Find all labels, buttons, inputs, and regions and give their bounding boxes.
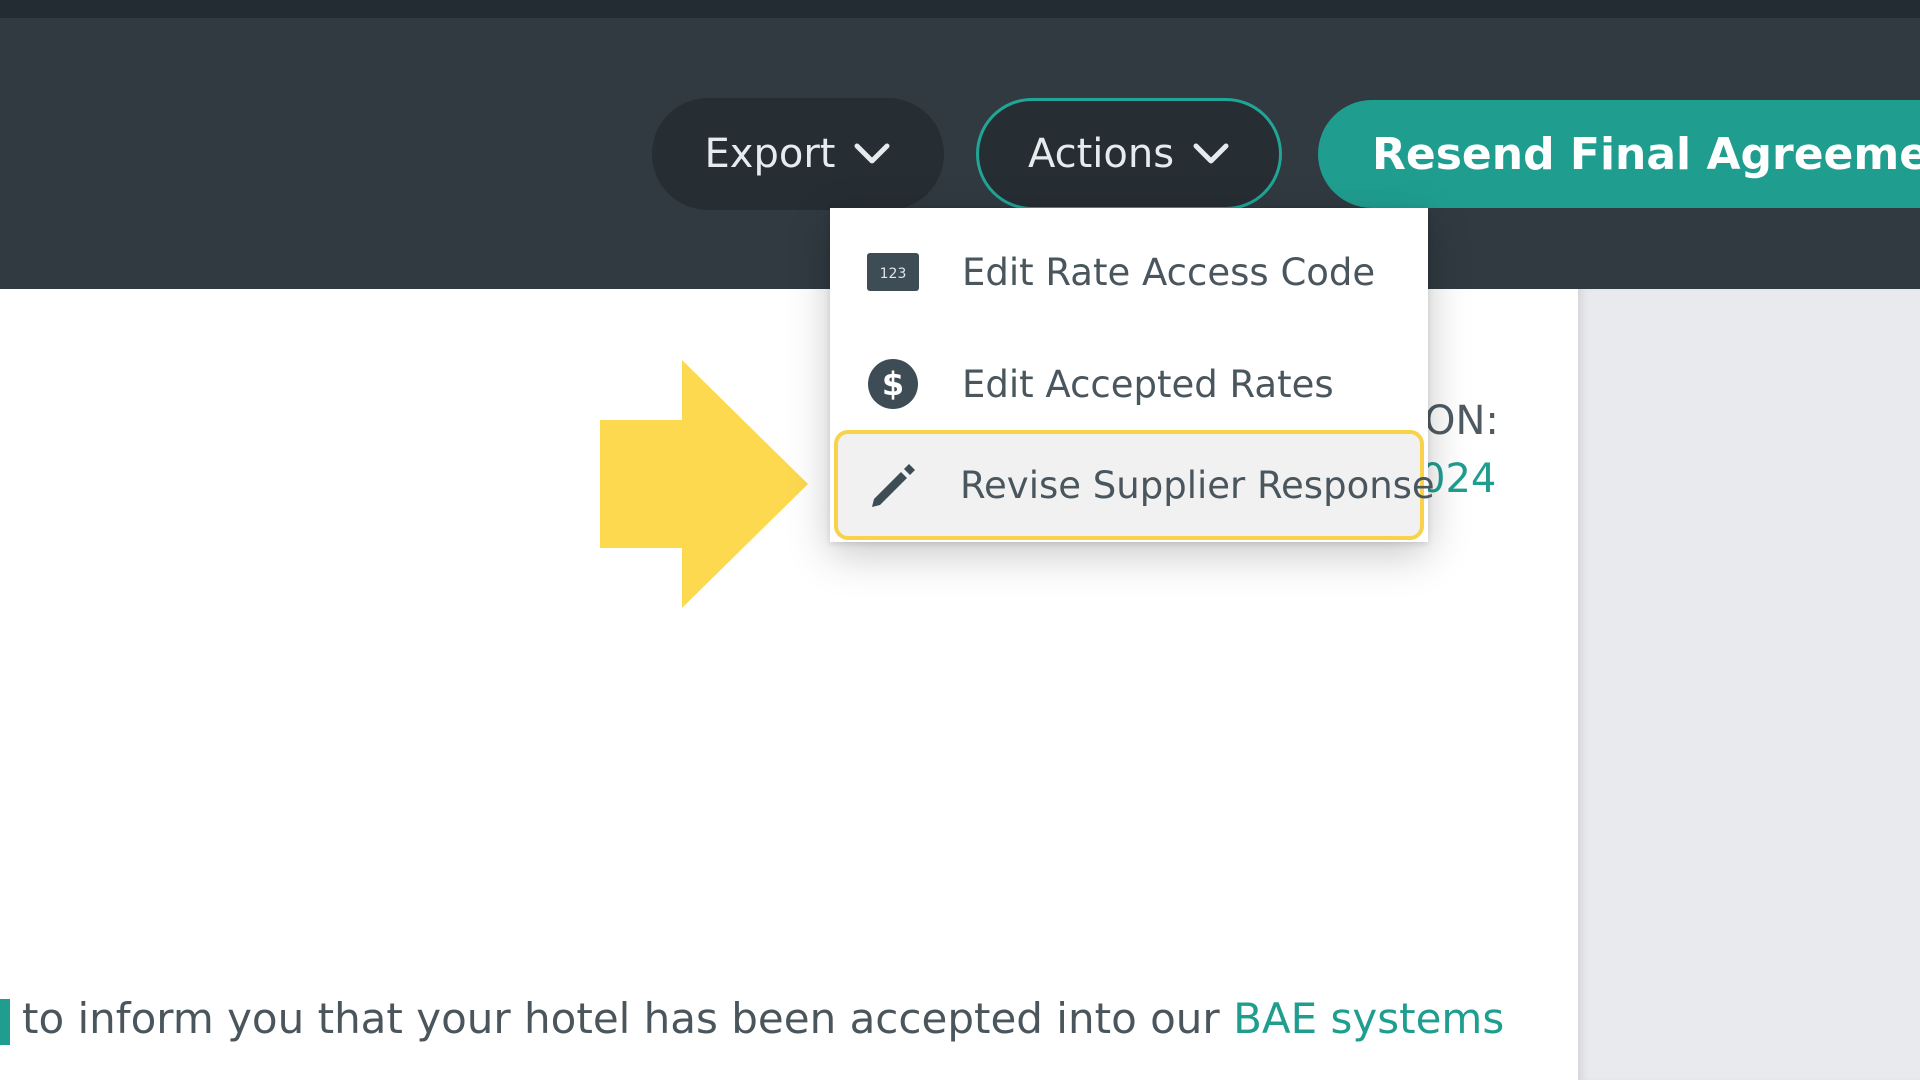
pencil-icon (868, 459, 920, 511)
body-paragraph: to inform you that your hotel has been a… (0, 994, 1512, 1045)
menu-item-label: Edit Rate Access Code (962, 250, 1376, 294)
svg-text:123: 123 (880, 266, 907, 282)
resend-final-agreement-button[interactable]: Resend Final Agreemen (1318, 100, 1920, 208)
menu-item-revise-supplier-response[interactable]: Revise Supplier Response (834, 430, 1435, 540)
actions-button[interactable]: Actions (976, 98, 1282, 210)
side-panel (1578, 289, 1920, 1080)
resend-button-label: Resend Final Agreemen (1372, 128, 1920, 180)
link-fragment (0, 998, 10, 1045)
export-button-label: Export (704, 131, 836, 177)
actions-button-label: Actions (1027, 131, 1175, 177)
date-label: ON: (1424, 398, 1499, 444)
export-button[interactable]: Export (652, 98, 944, 210)
pointer-arrow-icon (600, 360, 808, 608)
menu-item-edit-accepted-rates[interactable]: $ Edit Accepted Rates (830, 328, 1428, 440)
body-text: to inform you that your hotel has been a… (22, 994, 1220, 1043)
menu-item-label: Revise Supplier Response (960, 463, 1435, 507)
top-strip (0, 0, 1920, 18)
actions-dropdown-menu: 123 Edit Rate Access Code $ Edit Accepte… (830, 208, 1435, 542)
chevron-down-icon (854, 143, 890, 164)
menu-item-label: Edit Accepted Rates (962, 362, 1334, 406)
dollar-icon: $ (864, 358, 922, 410)
bae-systems-link[interactable]: BAE systems (1233, 994, 1504, 1043)
rate-code-icon: 123 (864, 246, 922, 298)
menu-item-edit-rate-access-code[interactable]: 123 Edit Rate Access Code (830, 216, 1428, 328)
svg-text:$: $ (882, 365, 904, 403)
chevron-down-icon (1193, 143, 1229, 164)
